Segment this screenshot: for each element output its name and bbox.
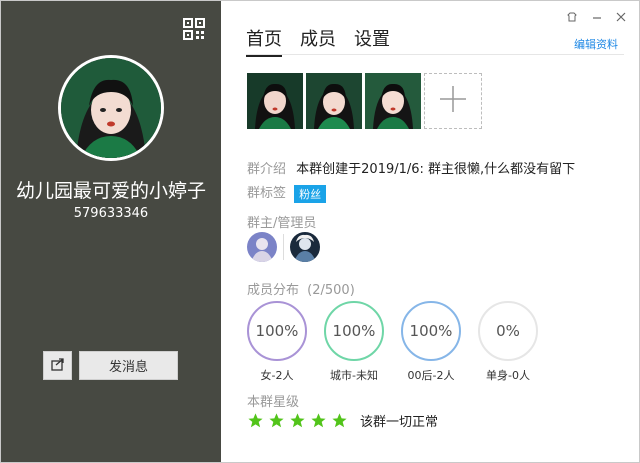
admins-label: 群主/管理员: [247, 216, 317, 231]
group-name: 幼儿园最可爱的小婷子: [15, 180, 206, 202]
skin-icon[interactable]: [564, 9, 580, 25]
send-message-button[interactable]: 发消息: [79, 351, 178, 380]
star-icon: [247, 412, 264, 429]
admin-list: [247, 232, 320, 262]
distribution-label: 00后-2人: [407, 369, 455, 382]
level-status: 该群一切正常: [360, 415, 439, 430]
tab-settings[interactable]: 设置: [354, 25, 390, 57]
distribution-list: 100% 女-2人 100% 城市-未知 100% 00后-2人 0% 单身-0…: [247, 301, 538, 383]
add-photo-button[interactable]: [424, 73, 482, 129]
qr-code-icon[interactable]: [183, 18, 205, 40]
star-icon: [310, 412, 327, 429]
group-avatar[interactable]: [58, 55, 164, 161]
distribution-item-city[interactable]: 100% 城市-未知: [324, 301, 384, 383]
group-photo[interactable]: [306, 73, 362, 129]
distribution-title: 成员分布: [247, 283, 300, 298]
tab-bar: 首页 成员 设置: [246, 25, 390, 57]
star-icon: [268, 412, 285, 429]
star-icon: [331, 412, 348, 429]
level-title: 本群星级: [247, 391, 299, 410]
star-icon: [289, 412, 306, 429]
share-icon: [50, 356, 65, 375]
edit-profile-link[interactable]: 编辑资料: [574, 36, 618, 52]
distribution-header: 成员分布 (2/500): [247, 279, 355, 298]
distribution-circle: 0%: [478, 301, 538, 361]
intro-text: 本群创建于2019/1/6: 群主很懒,什么都没有留下: [296, 162, 576, 177]
plus-icon: [438, 84, 468, 118]
distribution-circle: 100%: [247, 301, 307, 361]
intro-label: 群介绍: [247, 162, 287, 177]
distribution-circle: 100%: [401, 301, 461, 361]
admin-avatar[interactable]: [247, 232, 277, 262]
tab-divider: [246, 54, 624, 55]
distribution-label: 女-2人: [260, 369, 294, 382]
close-icon[interactable]: [613, 9, 629, 25]
minimize-icon[interactable]: [589, 9, 605, 25]
group-id: 579633346: [73, 206, 149, 221]
group-photo[interactable]: [247, 73, 303, 129]
distribution-item-age[interactable]: 100% 00后-2人: [401, 301, 461, 383]
member-count: (2/500): [307, 283, 355, 298]
photo-strip: [247, 73, 482, 129]
group-tags: 群标签 粉丝: [247, 182, 327, 203]
level-title-text: 本群星级: [247, 395, 300, 410]
tab-members[interactable]: 成员: [300, 25, 336, 57]
distribution-item-gender[interactable]: 100% 女-2人: [247, 301, 307, 383]
left-panel: 幼儿园最可爱的小婷子 579633346 发消息: [1, 1, 221, 462]
group-photo[interactable]: [365, 73, 421, 129]
tab-home[interactable]: 首页: [246, 25, 282, 57]
distribution-label: 单身-0人: [486, 369, 530, 382]
group-tag[interactable]: 粉丝: [294, 184, 327, 203]
distribution-circle: 100%: [324, 301, 384, 361]
admin-avatar[interactable]: [290, 232, 320, 262]
distribution-label: 城市-未知: [330, 369, 378, 382]
admin-divider: [283, 234, 284, 260]
group-intro: 群介绍 本群创建于2019/1/6: 群主很懒,什么都没有留下: [247, 158, 575, 177]
star-rating: 该群一切正常: [247, 411, 438, 430]
tags-label: 群标签: [247, 186, 287, 201]
distribution-item-single[interactable]: 0% 单身-0人: [478, 301, 538, 383]
group-profile-window: 幼儿园最可爱的小婷子 579633346 发消息 首页 成员 设置 编辑资料 群…: [0, 0, 640, 463]
share-button[interactable]: [43, 351, 72, 380]
